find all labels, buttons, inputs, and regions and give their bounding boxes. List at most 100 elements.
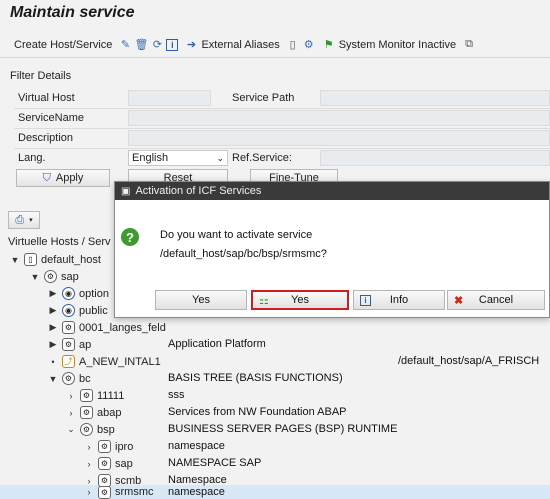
close-icon: ✖ [454,294,464,307]
tree-row[interactable]: › ⚙ abap [66,404,121,421]
tree-row[interactable]: ▼ ▯ default_host [10,251,101,268]
node-icon: ◉ [62,304,75,317]
yes-subtree-button[interactable]: ⚏ Yes [251,290,349,310]
alias-icon: ⤴ [62,355,75,368]
tree-row-selected[interactable]: › ⚙ srmsmc [84,485,154,499]
ref-service-input[interactable] [320,150,550,166]
service-icon: ⚙ [80,423,93,436]
external-aliases-label: External Aliases [201,38,280,51]
tree-row-label: ipro [115,440,134,453]
expand-icon[interactable]: ▶ [48,339,58,350]
lang-select[interactable]: English ⌄ [128,150,228,166]
expand-icon[interactable]: ▶ [48,288,58,299]
tree-row[interactable]: ▶ ⚙ 0001_langes_feld [48,319,189,336]
arrow-right-icon: ➔ [186,39,197,51]
expand-icon[interactable]: › [66,408,76,418]
tree-row[interactable]: ▶ ◉ option [48,285,109,302]
cancel-button[interactable]: ✖ Cancel [447,290,545,310]
service-path-input[interactable] [320,90,550,106]
tree-row-label: 11111 [97,389,125,402]
tree-row-label: option [79,287,109,300]
collapse-icon[interactable]: ⌄ [66,424,76,435]
service-icon: ⚙ [98,457,111,470]
yes-button[interactable]: Yes [155,290,247,310]
tree-row-label: bsp [97,423,115,436]
chevron-down-icon: ⌄ [216,153,224,163]
tree-row-desc: BUSINESS SERVER PAGES (BSP) RUNTIME [168,423,398,435]
tree-row-label: sap [115,457,133,470]
collapse-icon[interactable]: ▼ [48,374,58,384]
create-host-service-button[interactable]: Create Host/Service [10,37,116,53]
tree-header: Virtuelle Hosts / Serv [8,236,111,248]
tree-row-desc: Services from NW Foundation ABAP [168,406,347,418]
dialog-title-bar: ▣ Activation of ICF Services [115,182,549,200]
tree-row[interactable]: ⌄ ⚙ bsp [66,421,115,438]
tree-row-label: ap [79,338,92,351]
apply-button[interactable]: ⛉ Apply [16,169,110,187]
bullet-icon: • [51,356,55,367]
host-icon: ▯ [24,253,37,266]
tree-row-label: bc [79,372,91,385]
settings-icon[interactable]: ⚙ [302,38,316,52]
expand-icon[interactable]: › [84,459,94,469]
lang-label: Lang. [18,152,46,164]
service-icon: ⚙ [98,440,111,453]
description-input[interactable] [128,130,550,146]
tree-row[interactable]: ▼ ⚙ sap [30,268,79,285]
tree-row[interactable]: • ⤴ A_NEW_INTAL1 [48,353,161,370]
delete-icon[interactable]: 🗑 [134,38,148,52]
tree-row[interactable]: › ⚙ ipro [84,438,133,455]
tree-row[interactable]: ▼ ⚙ bc [48,370,91,387]
description-label: Description [18,132,74,144]
tree-row-desc: BASIS TREE (BASIS FUNCTIONS) [168,372,343,384]
node-icon: ◉ [62,287,75,300]
tree-row[interactable]: › ⚙ 11111 [66,387,124,404]
tree-row[interactable]: ▶ ⚙ ap [48,336,91,353]
printer-icon: ⎙ [15,213,25,226]
info-icon: i [360,294,371,306]
service-icon: ⚙ [98,485,111,499]
info-icon[interactable]: i [166,38,179,51]
service-icon: ⚙ [62,321,75,334]
tree-row-path: /default_host/sap/A_FRISCH [398,355,540,367]
expand-icon[interactable]: › [66,391,76,401]
collapse-icon[interactable]: ▼ [30,272,40,282]
info-label: Info [389,294,409,306]
expand-icon[interactable]: › [84,487,94,497]
flag-icon: ⚑ [323,39,334,51]
page-icon[interactable]: ▯ [286,38,300,52]
system-monitor-button[interactable]: ⚑ System Monitor Inactive [318,36,460,54]
tree-print-button[interactable]: ⎙ ▾ [8,211,40,229]
tree-row-desc: sss [168,389,185,401]
expand-icon[interactable]: › [84,442,94,452]
tree-row-desc: Namespace [168,474,227,486]
tree-row-label: abap [97,406,122,419]
cancel-label: Cancel [478,294,514,306]
service-name-input[interactable] [128,110,550,126]
tree-row[interactable]: ▶ ◉ public [48,302,108,319]
ref-service-label: Ref.Service: [232,152,292,164]
service-name-label: ServiceName [18,112,85,124]
dialog-path: /default_host/sap/bc/bsp/srmsmc? [160,248,327,260]
expand-icon[interactable]: › [84,476,94,486]
external-aliases-button[interactable]: ➔ External Aliases [180,36,283,54]
refresh-icon[interactable]: ⟳ [150,38,164,52]
info-button[interactable]: i Info [353,290,445,310]
virtual-host-input[interactable] [128,90,211,106]
yes-label: Yes [192,294,210,306]
tree-row-desc: namespace [168,486,225,498]
system-monitor-label: System Monitor Inactive [338,38,457,51]
tree-row[interactable]: › ⚙ sap [84,455,133,472]
virtual-host-label: Virtual Host [18,92,75,104]
copy-icon[interactable]: ⧉ [462,38,476,52]
create-label: Create Host/Service [14,38,113,51]
tree-row-label: sap [61,270,79,283]
collapse-icon[interactable]: ▼ [10,255,20,265]
toolbar: Create Host/Service ✎ 🗑 ⟳ i ➔ External A… [0,32,550,58]
service-path-label: Service Path [232,92,295,104]
expand-icon[interactable]: ▶ [48,322,58,333]
dialog-window-icon: ▣ [121,185,131,197]
apply-label: Apply [55,172,84,184]
expand-icon[interactable]: ▶ [48,305,58,316]
edit-icon[interactable]: ✎ [118,38,132,52]
